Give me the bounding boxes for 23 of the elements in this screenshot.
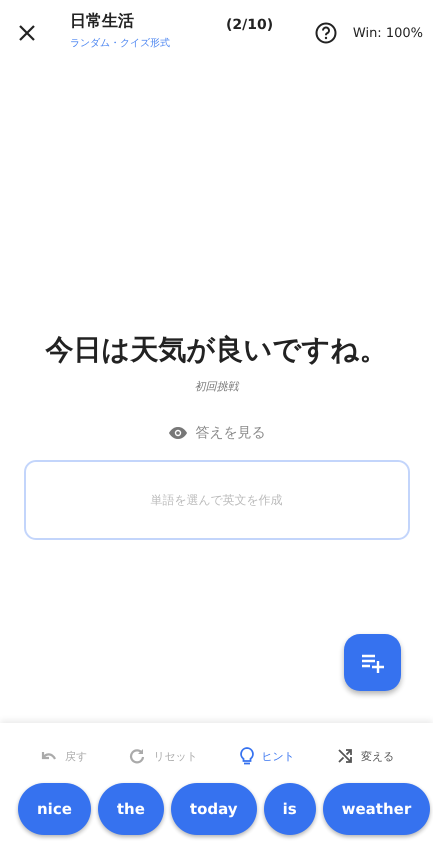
shuffle-icon [336,748,353,764]
add-to-list-button[interactable] [344,634,401,691]
refresh-icon [129,748,146,764]
quiz-mode-label: ランダム・クイズ形式 [70,36,171,50]
close-icon [18,24,36,42]
attempt-label: 初回挑戦 [194,379,238,394]
progress-count: (2/10) [226,17,274,33]
show-answer-button[interactable]: 答えを見る [168,424,266,442]
word-chip[interactable]: today [170,783,257,835]
win-rate: Win: 100% [352,26,423,40]
help-button[interactable] [314,22,337,44]
lesson-title: 日常生活 [70,10,135,32]
eye-icon [168,426,188,440]
playlist-add-icon [360,652,384,672]
word-chip[interactable]: is [264,783,316,835]
word-chip[interactable]: the [98,783,164,835]
help-icon [314,22,337,44]
word-chip[interactable]: weather [322,783,430,835]
hint-button[interactable]: ヒント [240,747,295,765]
lightbulb-icon [240,747,254,765]
word-chip[interactable]: nice [18,783,91,835]
shuffle-button[interactable]: 変える [336,747,394,765]
question-sentence: 今日は天気が良いですね。 [46,332,388,368]
